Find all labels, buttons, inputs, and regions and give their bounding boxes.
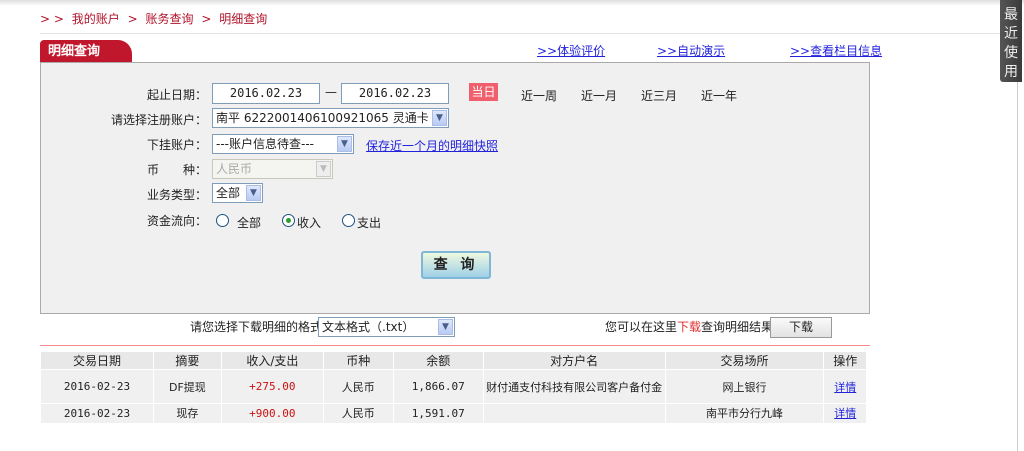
- link-column-info[interactable]: >>查看栏目信息: [790, 42, 882, 59]
- cell-date: 2016-02-23: [40, 369, 154, 404]
- cell-currency: 人民币: [322, 369, 394, 404]
- flow-income-radio[interactable]: [282, 214, 295, 227]
- chevron-down-icon: ▼: [246, 185, 261, 201]
- download-button[interactable]: 下载: [770, 317, 832, 338]
- flow-label: 资金流向：: [146, 214, 207, 228]
- query-panel: 起止日期： 2016.02.23 — 2016.02.23 当日 近一周 近一月…: [40, 62, 870, 314]
- col-summary: 摘要: [152, 352, 222, 370]
- account-label: 请选择注册账户：: [110, 113, 207, 127]
- format-select[interactable]: 文本格式（.txt） ▼: [318, 317, 455, 337]
- cell-date: 2016-02-23: [40, 403, 154, 423]
- divider: [40, 345, 870, 346]
- save-snapshot-link[interactable]: 保存近一个月的明细快照: [366, 137, 498, 154]
- top-shade: [0, 0, 1024, 6]
- link-experience-review[interactable]: >>体验评价: [537, 42, 605, 59]
- col-amount: 收入/支出: [220, 352, 324, 370]
- tab-detail-query[interactable]: 明细查询: [40, 40, 132, 63]
- cell-counterparty: 财付通支付科技有限公司客户备付金: [482, 369, 666, 404]
- cell-balance: 1,591.07: [392, 403, 484, 423]
- breadcrumb-account-query[interactable]: 账务查询: [146, 12, 194, 26]
- chevron-down-icon: ▼: [432, 110, 447, 126]
- account-select[interactable]: 南平 6222001406100921065 灵通卡 ▼: [212, 108, 449, 128]
- table-header: 交易日期 摘要 收入/支出 币种 余额 对方户名 交易场所 操作: [40, 352, 866, 370]
- recent-use-tab[interactable]: 最近使用: [1000, 0, 1022, 82]
- table-row: 2016-02-23 现存 +900.00 人民币 1,591.07 南平市分行…: [40, 403, 866, 423]
- divider: [40, 33, 1000, 34]
- detail-table: 交易日期 摘要 收入/支出 币种 余额 对方户名 交易场所 操作 2016-02…: [40, 352, 866, 423]
- quick-week-link[interactable]: 近一周: [521, 87, 557, 104]
- query-button[interactable]: 查 询: [421, 251, 491, 279]
- col-counterparty: 对方户名: [482, 352, 666, 370]
- flow-all-label[interactable]: 全部: [237, 214, 261, 231]
- date-separator: —: [325, 85, 337, 99]
- date-label: 起止日期：: [146, 88, 207, 102]
- divider: [1017, 82, 1018, 451]
- detail-link[interactable]: 详情: [834, 381, 856, 394]
- col-action: 操作: [823, 352, 866, 370]
- chevron-down-icon: ▼: [438, 319, 453, 335]
- quick-month-link[interactable]: 近一月: [581, 87, 617, 104]
- breadcrumb-my-account[interactable]: 我的账户: [72, 12, 120, 26]
- col-location: 交易场所: [664, 352, 824, 370]
- cell-summary: 现存: [152, 403, 222, 423]
- format-label: 请您选择下载明细的格式: [190, 320, 323, 334]
- download-hint: 您可以在这里下载查询明细结果: [605, 320, 774, 334]
- cell-currency: 人民币: [322, 403, 394, 423]
- quick-3month-link[interactable]: 近三月: [641, 87, 677, 104]
- cell-amount: +900.00: [220, 403, 324, 423]
- currency-label: 币 种：: [146, 163, 207, 177]
- start-date-input[interactable]: 2016.02.23: [212, 83, 320, 104]
- chevron-down-icon: ▼: [337, 136, 352, 152]
- col-balance: 余额: [392, 352, 484, 370]
- col-currency: 币种: [322, 352, 394, 370]
- biz-type-label: 业务类型：: [146, 188, 207, 202]
- cell-summary: DF提现: [152, 369, 222, 404]
- cell-location: 南平市分行九峰: [664, 403, 824, 423]
- flow-all-radio[interactable]: [216, 214, 229, 227]
- breadcrumb-sep: >: [127, 12, 138, 26]
- breadcrumb-prefix: > >: [40, 12, 64, 26]
- flow-income-label[interactable]: 收入: [297, 214, 321, 231]
- sub-account-label: 下挂账户：: [146, 138, 207, 152]
- table-row: 2016-02-23 DF提现 +275.00 人民币 1,866.07 财付通…: [40, 369, 866, 404]
- quick-today-button[interactable]: 当日: [469, 83, 498, 101]
- cell-balance: 1,866.07: [392, 369, 484, 404]
- detail-link[interactable]: 详情: [834, 407, 856, 420]
- flow-expense-radio[interactable]: [342, 214, 355, 227]
- cell-location: 网上银行: [664, 369, 824, 404]
- breadcrumb: > > 我的账户 > 账务查询 > 明细查询: [40, 10, 271, 27]
- biz-type-select[interactable]: 全部 ▼: [212, 183, 263, 203]
- flow-expense-label[interactable]: 支出: [357, 214, 381, 231]
- currency-select: 人民币 ▼: [212, 159, 333, 179]
- breadcrumb-detail-query[interactable]: 明细查询: [219, 12, 267, 26]
- chevron-down-icon: ▼: [316, 161, 331, 177]
- breadcrumb-sep: >: [201, 12, 212, 26]
- sub-account-select[interactable]: ---账户信息待查--- ▼: [212, 134, 354, 154]
- cell-counterparty: [482, 403, 666, 423]
- cell-amount: +275.00: [220, 369, 324, 404]
- col-date: 交易日期: [40, 352, 154, 370]
- quick-year-link[interactable]: 近一年: [701, 87, 737, 104]
- link-auto-demo[interactable]: >>自动演示: [657, 42, 725, 59]
- end-date-input[interactable]: 2016.02.23: [341, 83, 449, 104]
